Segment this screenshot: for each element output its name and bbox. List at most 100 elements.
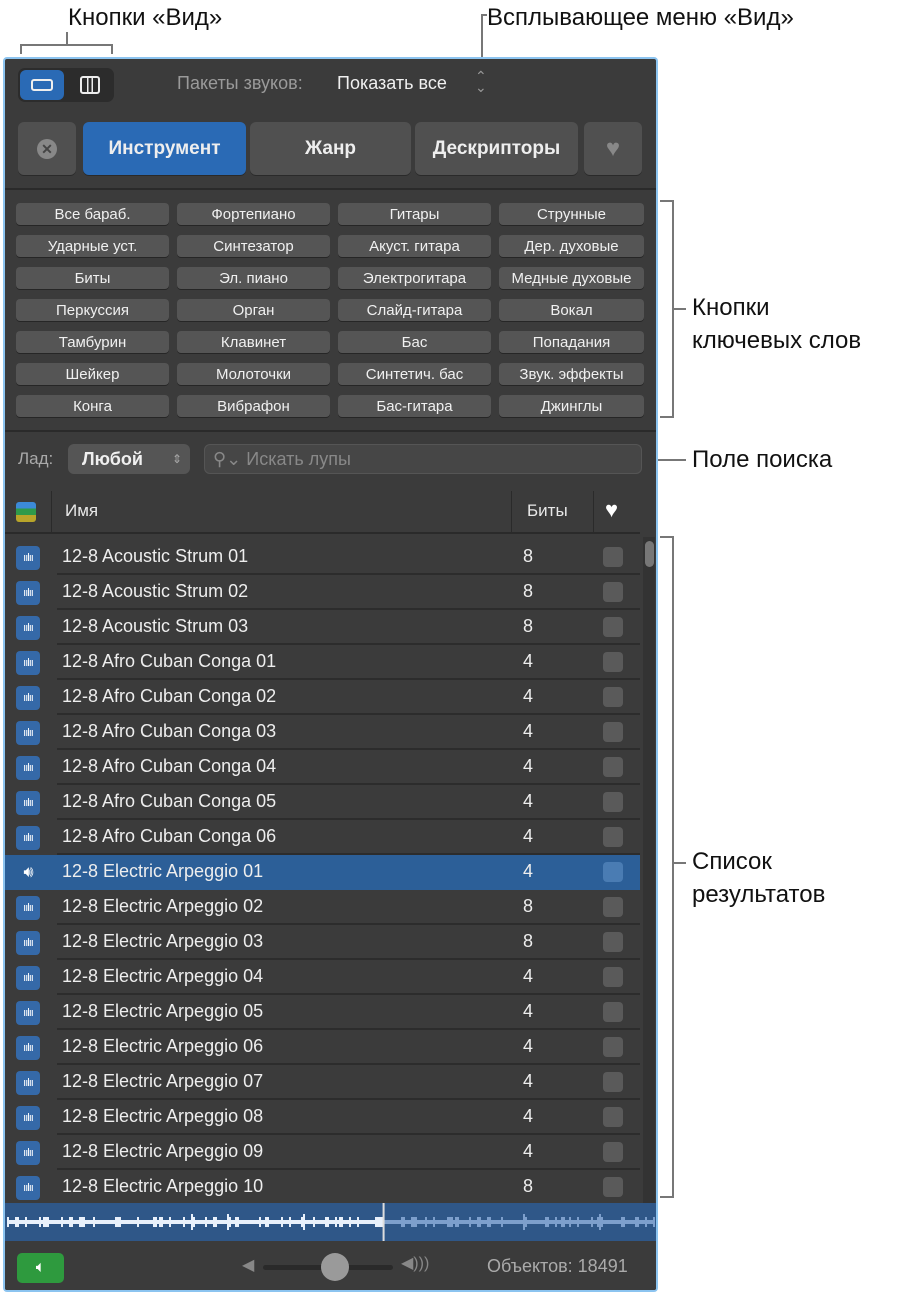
waveform-bar bbox=[261, 1220, 263, 1224]
favorite-checkbox[interactable] bbox=[603, 1107, 623, 1127]
keyword-button[interactable]: Перкуссия bbox=[16, 299, 169, 321]
keyword-button[interactable]: Звук. эффекты bbox=[499, 363, 644, 385]
favorite-checkbox[interactable] bbox=[603, 722, 623, 742]
keyword-button[interactable]: Ударные уст. bbox=[16, 235, 169, 257]
column-name[interactable]: Имя bbox=[65, 501, 98, 521]
waveform-bar bbox=[467, 1220, 469, 1224]
waveform-bar bbox=[151, 1220, 153, 1224]
keyword-button[interactable]: Фортепиано bbox=[177, 203, 330, 225]
waveform-bar bbox=[617, 1220, 619, 1224]
sound-packs-menu[interactable]: Показать все bbox=[337, 73, 447, 94]
keyword-button[interactable]: Синтезатор bbox=[177, 235, 330, 257]
keyword-button[interactable]: Орган bbox=[177, 299, 330, 321]
favorite-checkbox[interactable] bbox=[603, 1072, 623, 1092]
favorite-checkbox[interactable] bbox=[603, 967, 623, 987]
table-row[interactable]: ıılıı 12-8 Electric Arpeggio 03 8 bbox=[5, 925, 640, 960]
favorite-checkbox[interactable] bbox=[603, 1002, 623, 1022]
waveform-preview[interactable] bbox=[5, 1203, 656, 1241]
keyword-button[interactable]: Бас-гитара bbox=[338, 395, 491, 417]
favorite-checkbox[interactable] bbox=[603, 617, 623, 637]
keyword-button[interactable]: Медные духовые bbox=[499, 267, 644, 289]
table-row[interactable]: ıılıı 12-8 Acoustic Strum 01 8 bbox=[5, 540, 640, 575]
keyword-button[interactable]: Конга bbox=[16, 395, 169, 417]
keyword-button[interactable]: Вокал bbox=[499, 299, 644, 321]
keyword-button[interactable]: Струнные bbox=[499, 203, 644, 225]
waveform-bar bbox=[13, 1220, 15, 1224]
table-row[interactable]: ıılıı 12-8 Afro Cuban Conga 02 4 bbox=[5, 680, 640, 715]
keyword-button[interactable]: Шейкер bbox=[16, 363, 169, 385]
column-favorite-heart-icon[interactable]: ♥ bbox=[605, 497, 618, 523]
table-row[interactable]: ıılıı 12-8 Electric Arpeggio 07 4 bbox=[5, 1065, 640, 1100]
favorites-button[interactable]: ♥ bbox=[584, 122, 642, 175]
table-row[interactable]: ıılıı 12-8 Electric Arpeggio 02 8 bbox=[5, 890, 640, 925]
search-field[interactable]: ⚲⌄ Искать лупы bbox=[204, 444, 642, 474]
waveform-bar bbox=[307, 1220, 309, 1224]
table-row[interactable]: ıılıı 12-8 Afro Cuban Conga 06 4 bbox=[5, 820, 640, 855]
column-beats[interactable]: Биты bbox=[527, 501, 568, 521]
favorite-checkbox[interactable] bbox=[603, 757, 623, 777]
tab-descriptors[interactable]: Дескрипторы bbox=[415, 122, 578, 175]
tab-genre[interactable]: Жанр bbox=[250, 122, 411, 175]
keyword-button[interactable]: Тамбурин bbox=[16, 331, 169, 353]
keyword-button[interactable]: Попадания bbox=[499, 331, 644, 353]
loop-beats: 8 bbox=[523, 546, 534, 566]
keyword-button[interactable]: Джинглы bbox=[499, 395, 644, 417]
favorite-checkbox[interactable] bbox=[603, 547, 623, 567]
keyword-button[interactable]: Синтетич. бас bbox=[338, 363, 491, 385]
table-row[interactable]: ıılıı 12-8 Electric Arpeggio 08 4 bbox=[5, 1100, 640, 1135]
table-row[interactable]: ıılıı 12-8 Electric Arpeggio 04 4 bbox=[5, 960, 640, 995]
reset-button[interactable]: ✕ bbox=[18, 122, 76, 175]
volume-slider-knob[interactable] bbox=[320, 1253, 349, 1281]
keyword-button[interactable]: Дер. духовые bbox=[499, 235, 644, 257]
favorite-checkbox[interactable] bbox=[603, 827, 623, 847]
tab-instrument[interactable]: Инструмент bbox=[83, 122, 246, 175]
keyword-button[interactable]: Молоточки bbox=[177, 363, 330, 385]
table-row[interactable]: 🔊︎ 12-8 Electric Arpeggio 01 4 bbox=[5, 855, 640, 890]
view-button-rows[interactable] bbox=[20, 70, 64, 100]
table-row[interactable]: ıılıı 12-8 Electric Arpeggio 05 4 bbox=[5, 995, 640, 1030]
color-column-icon[interactable] bbox=[16, 502, 36, 522]
table-row[interactable]: ıılıı 12-8 Electric Arpeggio 06 4 bbox=[5, 1030, 640, 1065]
favorite-checkbox[interactable] bbox=[603, 582, 623, 602]
table-row[interactable]: ıılıı 12-8 Acoustic Strum 02 8 bbox=[5, 575, 640, 610]
keyword-button[interactable]: Все бараб. bbox=[16, 203, 169, 225]
key-select[interactable]: Любой ⇕ bbox=[68, 444, 190, 474]
waveform-bar bbox=[135, 1220, 137, 1224]
keyword-button[interactable]: Гитары bbox=[338, 203, 491, 225]
keyword-button[interactable]: Электрогитара bbox=[338, 267, 491, 289]
favorite-checkbox[interactable] bbox=[603, 897, 623, 917]
favorite-checkbox[interactable] bbox=[603, 932, 623, 952]
favorite-checkbox[interactable] bbox=[603, 687, 623, 707]
table-row[interactable]: ıılıı 12-8 Acoustic Strum 03 8 bbox=[5, 610, 640, 645]
table-row[interactable]: ıılıı 12-8 Electric Arpeggio 10 8 bbox=[5, 1170, 640, 1205]
favorite-checkbox[interactable] bbox=[603, 1177, 623, 1197]
view-button-columns[interactable] bbox=[68, 70, 112, 100]
keyword-button[interactable]: Биты bbox=[16, 267, 169, 289]
favorite-checkbox[interactable] bbox=[603, 792, 623, 812]
waveform-bar bbox=[285, 1220, 287, 1224]
table-row[interactable]: ıılıı 12-8 Electric Arpeggio 09 4 bbox=[5, 1135, 640, 1170]
waveform-bar bbox=[223, 1220, 225, 1224]
table-row[interactable]: ıılıı 12-8 Afro Cuban Conga 05 4 bbox=[5, 785, 640, 820]
keyword-button[interactable]: Эл. пиано bbox=[177, 267, 330, 289]
preview-speaker-button[interactable]: 🔈︎ bbox=[17, 1253, 64, 1283]
favorite-checkbox[interactable] bbox=[603, 1142, 623, 1162]
table-row[interactable]: ıılıı 12-8 Afro Cuban Conga 03 4 bbox=[5, 715, 640, 750]
waveform-bar bbox=[59, 1220, 61, 1224]
scrollbar-thumb[interactable] bbox=[645, 541, 654, 567]
chevron-updown-icon[interactable]: ⌃ ⌄ bbox=[475, 69, 487, 94]
keyword-button[interactable]: Слайд-гитара bbox=[338, 299, 491, 321]
favorite-checkbox[interactable] bbox=[603, 862, 623, 882]
favorite-checkbox[interactable] bbox=[603, 1037, 623, 1057]
keyword-button[interactable]: Бас bbox=[338, 331, 491, 353]
waveform-bar bbox=[431, 1220, 433, 1224]
scrollbar[interactable] bbox=[643, 537, 655, 1205]
table-row[interactable]: ıılıı 12-8 Afro Cuban Conga 04 4 bbox=[5, 750, 640, 785]
table-row[interactable]: ıılıı 12-8 Afro Cuban Conga 01 4 bbox=[5, 645, 640, 680]
keyword-button[interactable]: Акуст. гитара bbox=[338, 235, 491, 257]
waveform-bar bbox=[517, 1220, 519, 1224]
waveform-bar bbox=[185, 1220, 187, 1224]
keyword-button[interactable]: Клавинет bbox=[177, 331, 330, 353]
keyword-button[interactable]: Вибрафон bbox=[177, 395, 330, 417]
favorite-checkbox[interactable] bbox=[603, 652, 623, 672]
